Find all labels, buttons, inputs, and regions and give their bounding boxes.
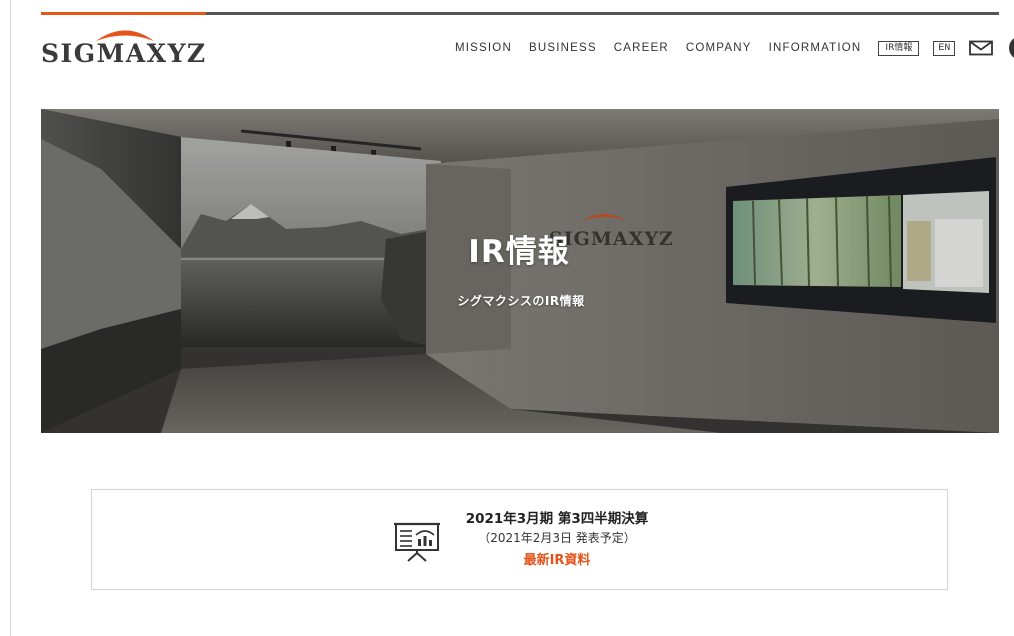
nav-item-company[interactable]: COMPANY	[686, 42, 752, 54]
ir-card-date: （2021年2月3日 発表予定）	[478, 531, 636, 545]
nav-item-business[interactable]: BUSINESS	[529, 42, 597, 54]
mail-icon[interactable]	[969, 40, 994, 56]
latest-ir-link[interactable]: 最新IR資料	[447, 549, 667, 573]
nav-item-information[interactable]: INFORMATION	[769, 42, 862, 54]
site-logo[interactable]: SIGMAXYZ	[41, 26, 211, 72]
scroll-progress-bar	[41, 12, 999, 15]
ir-card-text: 2021年3月期 第3四半期決算 （2021年2月3日 発表予定） 最新IR資料	[447, 510, 667, 573]
hero-banner: SIGMAXYZ IR情報 シグマクシスのIR情報	[41, 109, 999, 433]
nav-item-mission[interactable]: MISSION	[455, 42, 512, 54]
ir-card-title: 2021年3月期 第3四半期決算	[465, 511, 649, 527]
page-edge-rule	[10, 0, 11, 636]
logo-text: SIGMAXYZ	[41, 39, 207, 68]
page-subtitle: シグマクシスのIR情報	[457, 294, 585, 308]
hero-overlay	[41, 109, 999, 433]
main-nav: MISSION BUSINESS CAREER COMPANY INFORMAT…	[455, 38, 1014, 58]
page-title: IR情報	[468, 234, 570, 270]
language-en-button[interactable]: EN	[933, 40, 956, 56]
nav-item-career[interactable]: CAREER	[614, 42, 669, 54]
ir-info-button[interactable]: IR情報	[878, 40, 920, 56]
menu-icon[interactable]	[1009, 36, 1014, 60]
scroll-progress-fill	[41, 12, 206, 15]
latest-ir-card[interactable]: 2021年3月期 第3四半期決算 （2021年2月3日 発表予定） 最新IR資料	[91, 489, 948, 590]
presentation-chart-icon	[394, 522, 440, 562]
